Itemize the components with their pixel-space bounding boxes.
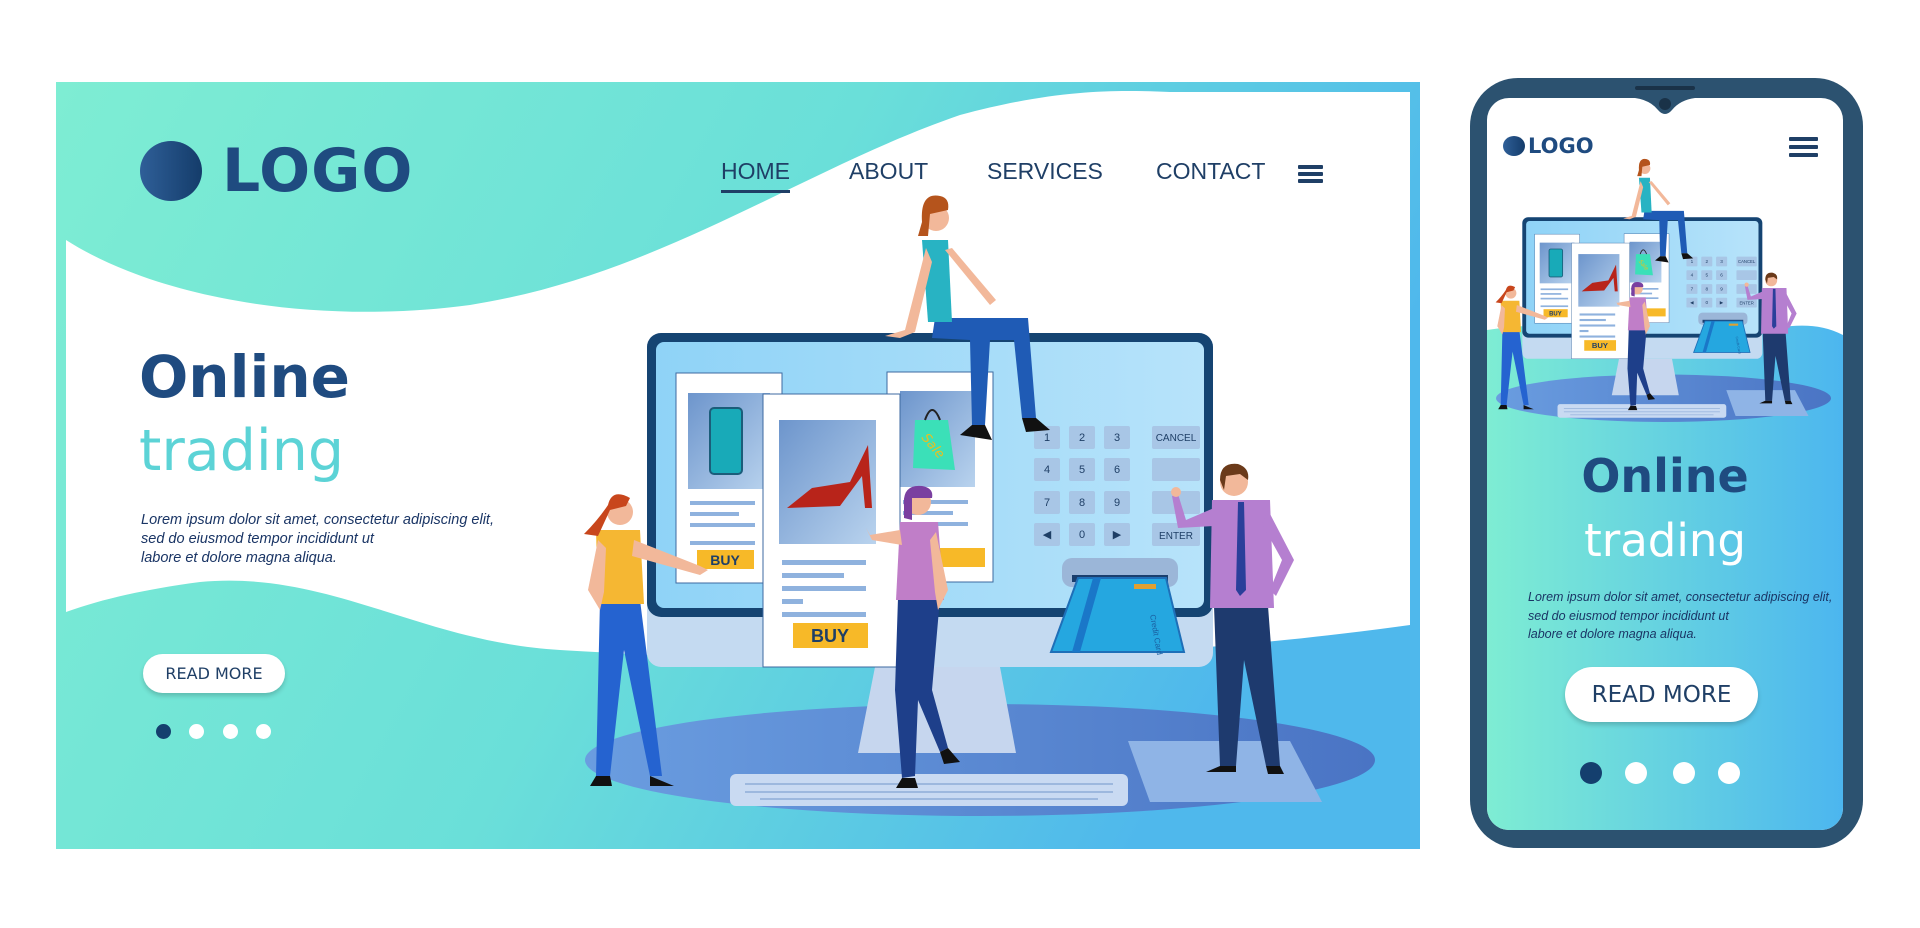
product-card-shoe: BUY [762,393,901,668]
mobile-logo-text[interactable]: LOGO [1528,133,1594,159]
mobile-read-more-button[interactable]: READ MORE [1565,667,1758,722]
nav-home[interactable]: HOME [721,158,790,193]
hero-description: Lorem ipsum dolor sit amet, consectetur … [141,511,494,568]
keypad-key-label: 2 [1079,432,1085,444]
keypad-key-label: 0 [1079,529,1085,541]
keypad-key-label: 7 [1044,497,1050,509]
description-line: Lorem ipsum dolor sit amet, consectetur … [1528,590,1833,604]
mobile-logo-icon [1503,136,1525,156]
smartphone-icon [709,407,743,475]
nav-home-label: HOME [721,158,790,184]
buy-label: BUY [710,552,740,568]
hero-title-line1: Online [139,343,350,411]
buy-label: BUY [811,626,849,646]
stage: BUY Sale BUY 1 2 3 4 5 6 7 8 9 ◀ 0 ▶ CANCEL ENTER [0,0,1920,928]
keypad-key-label: 1 [1044,432,1050,444]
slider-dot-3[interactable] [223,724,238,739]
keypad-key-label: 9 [1114,497,1120,509]
description-line: sed do eiusmod tempor incididunt ut [1528,608,1729,623]
keypad-key-label: 3 [1114,432,1120,444]
keypad-key-label: 8 [1079,497,1085,509]
mobile-hero-title-line1: Online [1581,449,1749,503]
keypad-key-label: 4 [1044,464,1050,476]
logo-icon [140,141,202,201]
description-line: labore et dolore magna aliqua. [1528,627,1697,641]
phone-speaker [1635,86,1695,90]
hamburger-menu-icon[interactable] [1298,165,1323,183]
enter-key-label: ENTER [1159,531,1193,542]
keypad-key-label: 5 [1079,464,1085,476]
keypad-key-label: ▶ [1113,529,1122,541]
slider-dot-1[interactable] [156,724,171,739]
mobile-slider-dot-2[interactable] [1625,762,1647,784]
read-more-button[interactable]: READ MORE [143,654,285,693]
nav-about[interactable]: ABOUT [849,158,928,185]
mobile-hero-title-line2: trading [1584,514,1746,567]
description-line: sed do eiusmod tempor incididunt ut [141,531,374,547]
nav-contact[interactable]: CONTACT [1156,158,1265,185]
keypad-key-label: 6 [1114,464,1120,476]
cancel-key-label: CANCEL [1156,433,1197,444]
nav-active-underline [721,190,790,193]
slider-dot-4[interactable] [256,724,271,739]
nav-services[interactable]: SERVICES [987,158,1103,185]
hero-title-line2: trading [139,418,345,484]
mobile-slider-dot-3[interactable] [1673,762,1695,784]
mobile-hamburger-menu-icon[interactable] [1789,137,1818,157]
mobile-hero-description: Lorem ipsum dolor sit amet, consectetur … [1528,588,1832,644]
mobile-slider-dot-1[interactable] [1580,762,1602,784]
phone-camera [1659,98,1671,110]
mobile-slider-dot-4[interactable] [1718,762,1740,784]
description-line: labore et dolore magna aliqua. [141,550,337,566]
description-line: Lorem ipsum dolor sit amet, consectetur … [141,512,494,528]
keyboard [730,774,1128,806]
slider-dot-2[interactable] [189,724,204,739]
logo-text[interactable]: LOGO [222,138,413,204]
keypad-key-label: ◀ [1043,529,1052,541]
